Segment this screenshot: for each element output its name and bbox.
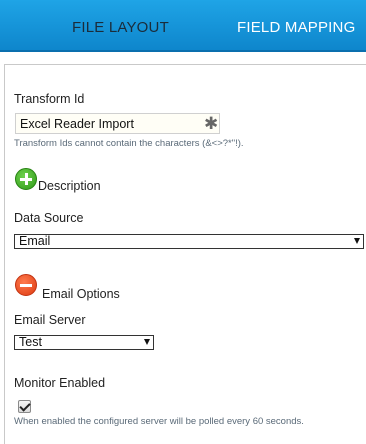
asterisk-icon: ✱	[204, 114, 219, 133]
tab-field-mapping[interactable]: FIELD MAPPING	[237, 0, 355, 52]
plus-circle-icon[interactable]	[15, 168, 37, 190]
transform-id-label: Transform Id	[14, 92, 85, 106]
email-server-selected-value: Test	[19, 335, 42, 349]
data-source-label: Data Source	[14, 211, 84, 225]
data-source-selected-value: Email	[19, 234, 51, 248]
transform-id-hint: Transform Ids cannot contain the charact…	[14, 138, 244, 149]
dropdown-arrow-icon	[354, 238, 360, 244]
tab-file-layout[interactable]: FILE LAYOUT	[72, 0, 169, 52]
monitor-enabled-checkbox[interactable]	[18, 400, 31, 413]
email-options-label: Email Options	[42, 287, 120, 301]
email-server-label: Email Server	[14, 313, 86, 327]
monitor-enabled-hint: When enabled the configured server will …	[14, 416, 304, 427]
transform-id-input[interactable]	[15, 113, 220, 134]
data-source-select[interactable]: Email	[14, 234, 364, 249]
description-label: Description	[38, 179, 101, 193]
monitor-enabled-label: Monitor Enabled	[14, 376, 106, 390]
tab-bar: FILE LAYOUT FIELD MAPPING	[0, 0, 366, 52]
dropdown-arrow-icon	[144, 339, 150, 345]
email-server-select[interactable]: Test	[14, 335, 154, 350]
minus-circle-icon[interactable]	[15, 274, 37, 296]
